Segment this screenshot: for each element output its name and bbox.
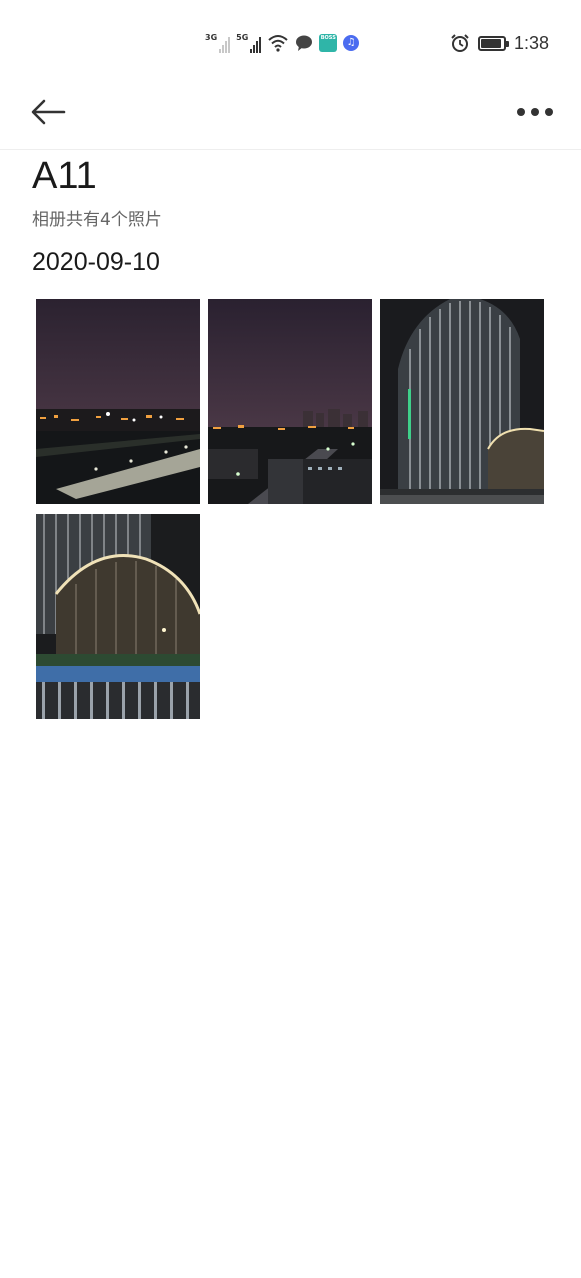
wifi-icon [268, 35, 288, 52]
arrow-left-icon [31, 99, 66, 125]
building-railing-image [36, 514, 200, 719]
clock-time: 1:38 [513, 32, 549, 53]
signal-3g-icon: 3G [205, 33, 231, 53]
album-title: A11 [32, 155, 97, 197]
more-horizontal-icon [517, 108, 525, 116]
night-street-image [208, 299, 372, 504]
photo-thumbnail-2[interactable] [208, 299, 372, 504]
more-options-button[interactable] [513, 94, 557, 130]
album-photo-count: 相册共有4个照片 [32, 210, 162, 230]
photo-thumbnail-4[interactable] [36, 514, 200, 719]
photo-thumbnail-3[interactable] [380, 299, 544, 504]
signal-5g-icon: 5G [236, 33, 262, 53]
night-cityscape-image [36, 299, 200, 504]
music-app-icon: ♫ [343, 35, 360, 51]
status-bar: 3G 5G BOSS ♫ 1:38 [0, 0, 581, 80]
status-icons: 3G 5G BOSS ♫ [205, 30, 360, 56]
status-right: 1:38 [450, 30, 549, 56]
alarm-icon [451, 34, 469, 52]
boss-app-icon: BOSS [319, 34, 338, 52]
app-bar [0, 80, 581, 150]
battery-icon [477, 35, 509, 51]
office-tower-image [380, 299, 544, 504]
back-button[interactable] [28, 92, 68, 132]
date-group-header: 2020-09-10 [32, 248, 160, 276]
photo-thumbnail-1[interactable] [36, 299, 200, 504]
chat-bubble-icon [296, 35, 313, 51]
